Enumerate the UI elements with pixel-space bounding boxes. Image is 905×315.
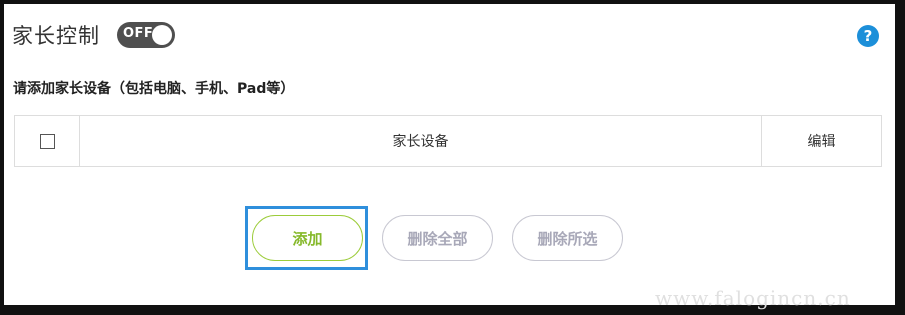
toggle-label: OFF xyxy=(123,26,154,41)
help-icon[interactable]: ? xyxy=(857,25,879,47)
select-all-cell xyxy=(15,116,80,166)
section-subtitle: 请添加家长设备（包括电脑、手机、Pad等） xyxy=(13,81,295,97)
column-header-device: 家长设备 xyxy=(80,116,762,166)
delete-selected-button[interactable]: 删除所选 xyxy=(512,215,623,261)
parental-control-toggle[interactable]: OFF xyxy=(117,22,175,48)
select-all-checkbox[interactable] xyxy=(39,133,55,149)
parent-device-table: 家长设备 编辑 xyxy=(14,115,882,167)
toggle-knob xyxy=(152,25,172,45)
watermark-text: www.falogincn.cn xyxy=(655,286,851,310)
add-button[interactable]: 添加 xyxy=(252,215,363,261)
column-header-edit: 编辑 xyxy=(807,134,836,150)
page-title: 家长控制 xyxy=(12,24,100,48)
delete-all-button[interactable]: 删除全部 xyxy=(382,215,493,261)
page-header: 家长控制 OFF xyxy=(12,18,175,52)
